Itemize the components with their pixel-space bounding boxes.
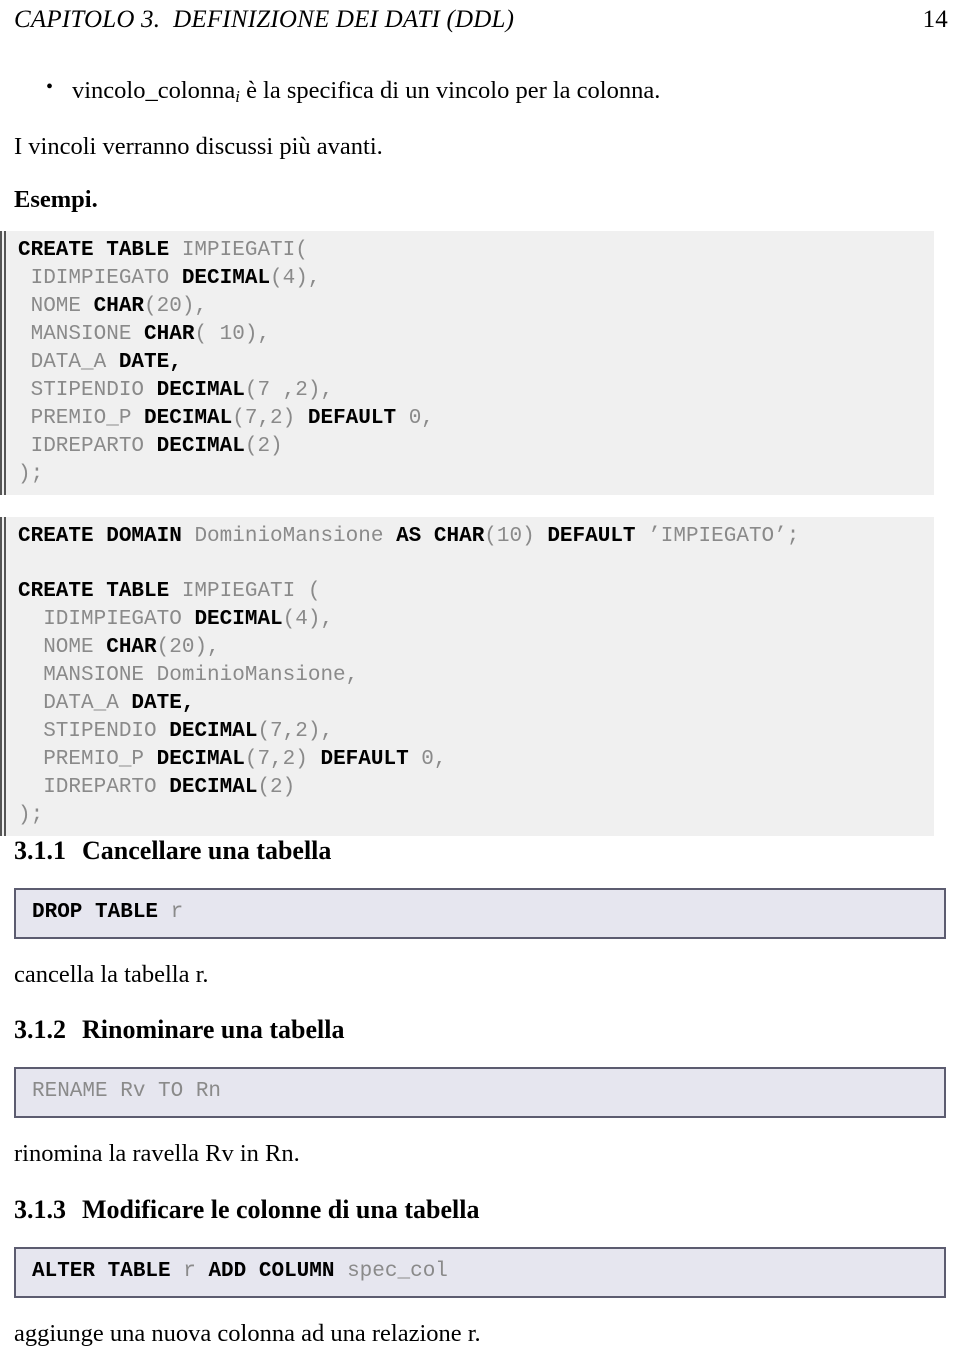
- code-identifier: IDIMPIEGATO: [18, 267, 182, 291]
- bullet-list: vincolo_colonnai è la specifica di un vi…: [14, 75, 946, 108]
- code-identifier: IDIMPIEGATO: [18, 608, 195, 632]
- code-keyword: DECIMAL: [194, 608, 283, 632]
- code-identifier: ’IMPIEGATO’;: [635, 524, 800, 548]
- code-identifier: (7,2): [232, 406, 308, 430]
- code-keyword: DATE,: [131, 692, 195, 716]
- code-identifier: (7,2),: [257, 719, 334, 743]
- syntax-box-alter-table: ALTER TABLE r ADD COLUMN spec_col: [14, 1246, 946, 1298]
- code-keyword: CHAR: [144, 322, 195, 346]
- code-identifier: IDREPARTO: [18, 775, 170, 799]
- code-identifier: r: [170, 900, 184, 924]
- code-keyword: CREATE TABLE: [18, 580, 182, 604]
- code-identifier: DominioMansione: [194, 524, 397, 548]
- code-identifier: 0,: [396, 406, 434, 430]
- code-keyword: AS CHAR: [396, 524, 485, 548]
- code-identifier: IDREPARTO: [18, 434, 157, 458]
- code-identifier: PREMIO_P: [18, 406, 145, 430]
- code-keyword: DATE,: [118, 350, 182, 374]
- chapter-title: CAPITOLO 3. DEFINIZIONE DEI DATI (DDL): [14, 6, 515, 33]
- code-keyword: ALTER TABLE: [32, 1259, 184, 1283]
- code-identifier: DATA_A: [18, 350, 119, 374]
- section-number: 3.1.2: [14, 1015, 66, 1045]
- list-item: vincolo_colonnai è la specifica di un vi…: [46, 75, 946, 108]
- code-identifier: (20),: [144, 295, 208, 319]
- code-keyword: DECIMAL: [169, 775, 258, 799]
- code-keyword: DECIMAL: [144, 406, 233, 430]
- code-identifier: IMPIEGATI(: [181, 239, 308, 263]
- code-identifier: STIPENDIO: [18, 378, 157, 402]
- paragraph-constraints: I vincoli verranno discussi più avanti.: [14, 132, 383, 160]
- code-keyword: DECIMAL: [156, 378, 245, 402]
- code-keyword: DECIMAL: [181, 267, 271, 291]
- sections-container: 3.1.1 Cancellare una tabella DROP TABLE …: [0, 836, 960, 1350]
- code-identifier: DATA_A: [18, 692, 132, 716]
- code-keyword: DECIMAL: [156, 434, 245, 458]
- code-keyword: DEFAULT: [547, 524, 636, 548]
- page-number: 14: [922, 6, 948, 33]
- code-identifier: PREMIO_P: [18, 747, 157, 771]
- code-keyword: CREATE DOMAIN: [18, 524, 195, 548]
- code-identifier: );: [18, 462, 44, 486]
- code-identifier: 0,: [408, 747, 447, 771]
- syntax-box-drop-table: DROP TABLE r: [14, 887, 946, 939]
- code-keyword: DECIMAL: [169, 719, 258, 743]
- code-identifier: r: [183, 1259, 209, 1283]
- code-identifier: (7,2): [244, 747, 321, 771]
- caption-alter-table: aggiunge una nuova colonna ad una relazi…: [14, 1319, 481, 1347]
- section-title: Rinominare una tabella: [82, 1015, 345, 1045]
- code-keyword: DECIMAL: [156, 747, 245, 771]
- code-identifier: MANSIONE: [18, 322, 145, 346]
- section-title: Cancellare una tabella: [82, 835, 332, 865]
- code-identifier: (20),: [156, 636, 220, 660]
- code-keyword: CREATE TABLE: [18, 239, 182, 263]
- code-keyword: CHAR: [93, 295, 145, 319]
- page-content: vincolo_colonnai è la specifica di un vi…: [0, 75, 960, 215]
- section-heading-3-1-1: 3.1.1 Cancellare una tabella: [14, 836, 946, 866]
- section-heading-3-1-3: 3.1.3 Modificare le colonne di una tabel…: [14, 1195, 946, 1225]
- code-identifier: );: [18, 803, 44, 827]
- code-identifier: RENAME Rv TO Rn: [32, 1080, 222, 1104]
- code-keyword: CHAR: [106, 636, 157, 660]
- section-number: 3.1.1: [14, 835, 66, 865]
- code-identifier: STIPENDIO: [18, 719, 170, 743]
- code-identifier: NOME: [18, 636, 107, 660]
- page-running-head: CAPITOLO 3. DEFINIZIONE DEI DATI (DDL) 1…: [0, 0, 960, 34]
- section-number: 3.1.3: [14, 1194, 66, 1224]
- code-keyword: DEFAULT: [307, 406, 397, 430]
- code-block-create-table-impiegati: CREATE TABLE IMPIEGATI( IDIMPIEGATO DECI…: [0, 231, 934, 495]
- code-keyword: DROP TABLE: [32, 900, 171, 924]
- code-identifier: (10): [484, 524, 548, 548]
- section-title: Modificare le colonne di una tabella: [82, 1194, 480, 1224]
- code-keyword: ADD COLUMN: [208, 1259, 348, 1283]
- code-keyword: DEFAULT: [320, 747, 409, 771]
- code-identifier: (7 ,2),: [244, 378, 334, 402]
- code-identifier: MANSIONE DominioMansione,: [18, 664, 359, 688]
- code-identifier: IMPIEGATI (: [181, 580, 321, 604]
- code-identifier: (2): [257, 775, 296, 799]
- code-identifier: (4),: [270, 267, 321, 291]
- code-identifier: (4),: [282, 608, 334, 632]
- code-identifier: NOME: [18, 295, 94, 319]
- bullet-term: vincolo_colonna: [72, 77, 236, 104]
- caption-drop-table: cancella la tabella r.: [14, 960, 209, 988]
- syntax-box-rename: RENAME Rv TO Rn: [14, 1067, 946, 1119]
- code-identifier: ( 10),: [194, 322, 271, 346]
- bullet-text: è la specifica di un vincolo per la colo…: [239, 77, 661, 104]
- code-identifier: (2): [244, 434, 283, 458]
- code-identifier: spec_col: [347, 1259, 448, 1283]
- caption-rename: rinomina la ravella Rv in Rn.: [14, 1140, 300, 1168]
- section-heading-3-1-2: 3.1.2 Rinominare una tabella: [14, 1015, 946, 1045]
- examples-label: Esempi.: [14, 185, 98, 213]
- code-block-create-domain-and-table: CREATE DOMAIN DominioMansione AS CHAR(10…: [0, 516, 934, 836]
